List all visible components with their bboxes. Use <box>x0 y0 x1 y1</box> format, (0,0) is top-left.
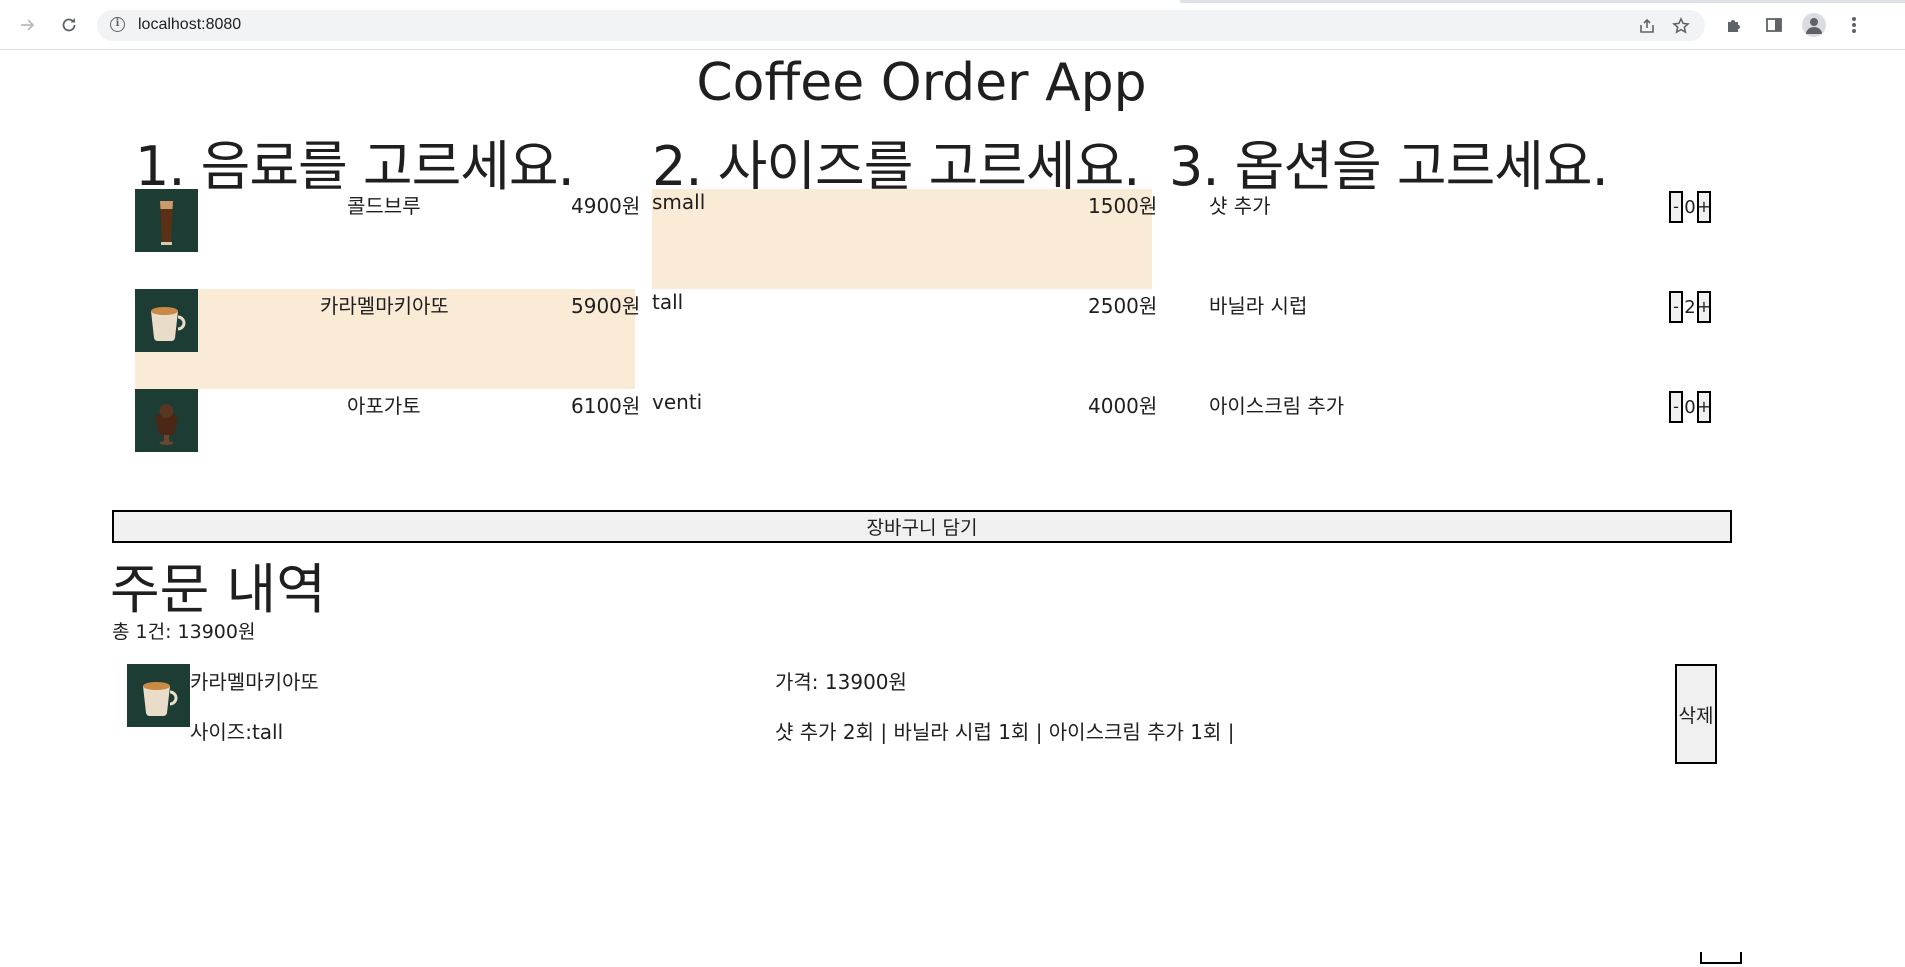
star-icon[interactable] <box>1670 15 1692 37</box>
decrement-button[interactable]: - <box>1669 391 1683 423</box>
side-panel-icon[interactable] <box>1761 12 1787 38</box>
option-stepper: - 0 + <box>1669 191 1711 223</box>
size-name: tall <box>652 290 684 314</box>
extensions-icon[interactable] <box>1721 12 1747 38</box>
drink-price: 6100원 <box>571 394 641 418</box>
option-stepper: - 0 + <box>1669 391 1711 423</box>
size-price: 4000원 <box>1088 394 1158 418</box>
size-name: small <box>652 190 706 214</box>
option-name: 바닐라 시럽 <box>1209 294 1308 318</box>
order-item-name: 카라멜마키아또 <box>190 670 319 694</box>
menu-icon[interactable] <box>1841 12 1867 38</box>
info-icon[interactable]: i <box>110 17 125 32</box>
reload-icon[interactable] <box>56 12 82 38</box>
page-title: Coffee Order App <box>696 53 1147 113</box>
delete-button[interactable]: 삭제 <box>1675 664 1717 764</box>
order-item-image <box>127 664 190 727</box>
decrement-button[interactable]: - <box>1669 291 1683 323</box>
partial-element-fragment <box>1700 952 1742 964</box>
tab-strip-edge <box>1180 0 1905 3</box>
size-price: 2500원 <box>1088 294 1158 318</box>
profile-icon[interactable] <box>1801 12 1827 38</box>
option-count: 2 <box>1684 296 1696 318</box>
order-item-size: 사이즈:tall <box>190 720 284 744</box>
add-to-cart-button[interactable]: 장바구니 담기 <box>112 510 1732 543</box>
caramel-macchiato-image <box>135 289 198 352</box>
option-count: 0 <box>1684 196 1696 218</box>
drink-price: 4900원 <box>571 194 641 218</box>
drink-name: 카라멜마키아또 <box>320 294 449 318</box>
option-name: 샷 추가 <box>1209 194 1271 218</box>
browser-toolbar: i localhost:8080 <box>0 0 1905 50</box>
decrement-button[interactable]: - <box>1669 191 1683 223</box>
selected-highlight <box>652 189 1152 289</box>
forward-icon[interactable] <box>15 12 41 38</box>
order-item-options: 샷 추가 2회 | 바닐라 시럽 1회 | 아이스크림 추가 1회 | <box>775 720 1235 744</box>
order-item-price: 가격: 13900원 <box>775 670 907 694</box>
drink-name: 아포가토 <box>347 394 421 418</box>
drink-name: 콜드브루 <box>347 194 421 218</box>
orders-heading: 주문 내역 <box>110 558 326 621</box>
size-name: venti <box>652 390 703 414</box>
share-icon[interactable] <box>1636 15 1658 37</box>
address-bar[interactable]: i localhost:8080 <box>97 10 1705 41</box>
order-total: 총 1건: 13900원 <box>112 621 256 643</box>
option-stepper: - 2 + <box>1669 291 1711 323</box>
coldbrew-image <box>135 189 198 252</box>
option-name: 아이스크림 추가 <box>1209 394 1345 418</box>
increment-button[interactable]: + <box>1697 391 1711 423</box>
increment-button[interactable]: + <box>1697 291 1711 323</box>
affogato-image <box>135 389 198 452</box>
increment-button[interactable]: + <box>1697 191 1711 223</box>
url-text[interactable]: localhost:8080 <box>138 16 241 34</box>
size-price: 1500원 <box>1088 194 1158 218</box>
option-count: 0 <box>1684 396 1696 418</box>
drink-price: 5900원 <box>571 294 641 318</box>
